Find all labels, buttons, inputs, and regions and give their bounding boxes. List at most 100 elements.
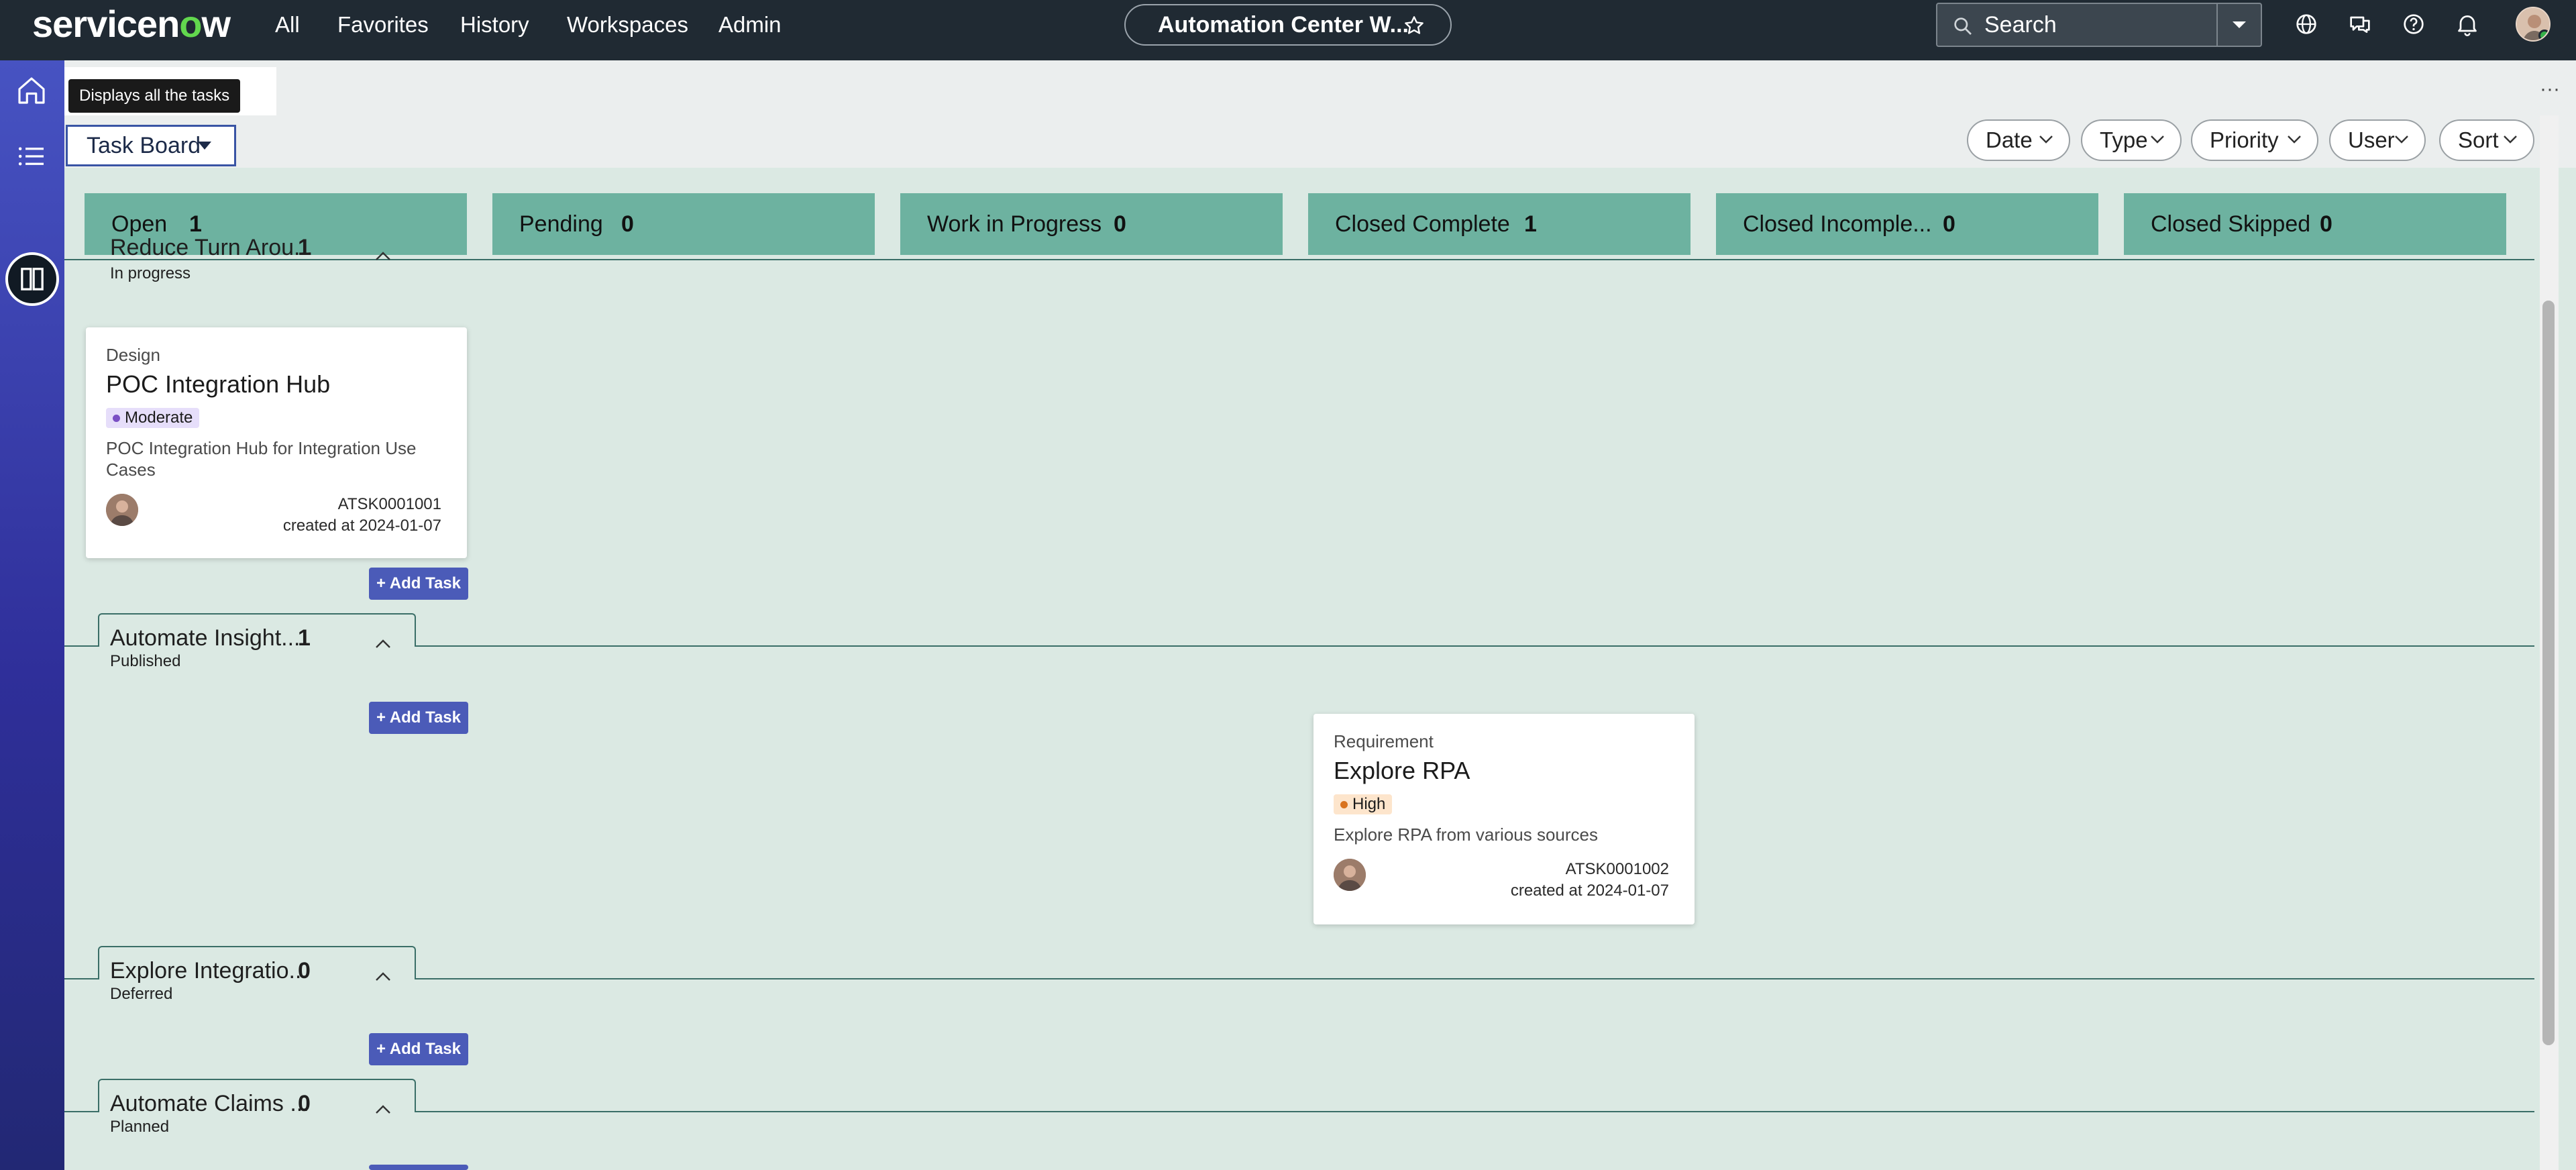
lane-count: 0	[298, 958, 311, 983]
assignee-avatar-image	[106, 494, 138, 526]
left-rail	[0, 60, 64, 1170]
lane-title[interactable]: Reduce Turn Arou...	[110, 235, 313, 261]
column-count: 0	[2320, 211, 2332, 237]
column-count: 0	[1114, 211, 1126, 237]
search-scope-dropdown[interactable]	[2216, 4, 2261, 46]
top-header: servicenow All Favorites History Workspa…	[0, 0, 2576, 60]
assignee-avatar[interactable]	[106, 494, 138, 526]
chevron-up-icon[interactable]	[374, 639, 392, 649]
lane-count: 1	[298, 235, 311, 260]
user-avatar[interactable]	[2516, 7, 2551, 42]
priority-badge: High	[1334, 794, 1393, 814]
nav-workspaces[interactable]: Workspaces	[567, 0, 688, 50]
global-search[interactable]: Search	[1936, 3, 2262, 47]
priority-badge: Moderate	[106, 408, 200, 428]
task-type: Design	[106, 345, 160, 365]
lane-title[interactable]: Automate Insight...	[110, 625, 301, 651]
add-task-button[interactable]	[369, 1165, 468, 1170]
lane-divider	[64, 1111, 2534, 1112]
task-card[interactable]: Design POC Integration Hub Moderate POC …	[86, 327, 467, 558]
task-created-date: created at 2024-01-07	[282, 517, 441, 535]
add-task-button[interactable]: + Add Task	[369, 568, 468, 600]
nav-all[interactable]: All	[275, 0, 300, 50]
chevron-down-icon	[2151, 136, 2164, 144]
chevron-up-icon[interactable]	[374, 251, 392, 262]
column-closed-skipped[interactable]: Closed Skipped 0	[2124, 193, 2506, 255]
tab-strip	[64, 60, 2576, 115]
column-count: 0	[621, 211, 634, 237]
context-title-pill[interactable]: Automation Center W...	[1124, 4, 1452, 46]
context-title: Automation Center W...	[1158, 12, 1409, 38]
search-input[interactable]: Search	[1984, 4, 2057, 46]
chevron-down-icon	[2039, 136, 2053, 144]
star-icon[interactable]	[1403, 15, 1425, 36]
home-icon[interactable]	[13, 72, 50, 109]
chevron-up-icon[interactable]	[374, 971, 392, 982]
nav-admin[interactable]: Admin	[718, 0, 782, 50]
lane-status: Published	[110, 652, 181, 670]
column-pending[interactable]: Pending 0	[492, 193, 875, 255]
lane-status: In progress	[110, 264, 191, 282]
caret-down-icon	[2233, 21, 2246, 28]
view-selector[interactable]: Task Board	[66, 125, 236, 166]
filter-priority[interactable]: Priority	[2191, 119, 2318, 161]
more-options-icon[interactable]: ···	[2540, 79, 2560, 99]
assignee-avatar-image	[1334, 859, 1366, 891]
lane-title[interactable]: Automate Claims ...	[110, 1091, 309, 1117]
board-area	[64, 168, 2534, 1170]
filter-type-label: Type	[2100, 127, 2148, 152]
add-task-button[interactable]: + Add Task	[369, 702, 468, 734]
globe-icon[interactable]	[2293, 11, 2320, 38]
scrollbar-thumb[interactable]	[2542, 301, 2555, 1045]
add-task-button[interactable]: + Add Task	[369, 1033, 468, 1065]
lane-title[interactable]: Explore Integratio...	[110, 958, 308, 984]
filter-user[interactable]: User	[2329, 119, 2426, 161]
chat-icon[interactable]	[2347, 11, 2373, 38]
column-closed-complete[interactable]: Closed Complete 1	[1308, 193, 1690, 255]
lane-divider	[64, 645, 2534, 647]
task-card[interactable]: Requirement Explore RPA High Explore RPA…	[1313, 714, 1695, 924]
view-selector-label: Task Board	[87, 133, 201, 158]
chevron-up-icon[interactable]	[374, 1104, 392, 1115]
list-icon[interactable]	[13, 138, 50, 174]
column-work-in-progress[interactable]: Work in Progress 0	[900, 193, 1283, 255]
caret-down-icon	[198, 142, 211, 150]
online-status-dot	[2538, 30, 2549, 40]
column-label: Open	[111, 211, 168, 237]
filter-priority-label: Priority	[2210, 127, 2279, 152]
help-icon[interactable]	[2400, 11, 2427, 38]
lane-divider	[64, 978, 2534, 979]
board-columns-icon	[21, 268, 44, 290]
lane-divider	[64, 259, 2534, 260]
filter-type[interactable]: Type	[2081, 119, 2182, 161]
column-label: Closed Incomple...	[1743, 211, 1932, 237]
task-description: Explore RPA from various sources	[1334, 825, 1598, 845]
filter-user-label: User	[2348, 127, 2395, 152]
nav-history[interactable]: History	[460, 0, 529, 50]
task-number: ATSK0001002	[1565, 860, 1669, 878]
task-title[interactable]: POC Integration Hub	[106, 370, 330, 398]
lane-status: Deferred	[110, 985, 173, 1003]
chevron-down-icon	[2395, 136, 2408, 144]
chevron-down-icon	[2288, 136, 2301, 144]
nav-favorites[interactable]: Favorites	[337, 0, 429, 50]
column-label: Closed Skipped	[2151, 211, 2311, 237]
chevron-down-icon	[2504, 136, 2517, 144]
lane-count: 1	[298, 625, 311, 651]
column-count: 0	[1943, 211, 1955, 237]
sort-button[interactable]: Sort	[2439, 119, 2534, 161]
lane-count: 0	[298, 1091, 311, 1116]
task-board-nav-item[interactable]	[5, 252, 59, 306]
column-closed-incomplete[interactable]: Closed Incomple... 0	[1716, 193, 2098, 255]
lane-status: Planned	[110, 1118, 170, 1136]
task-description: POC Integration Hub for Integration Use C…	[106, 438, 417, 480]
servicenow-logo[interactable]: servicenow	[32, 4, 231, 44]
assignee-avatar[interactable]	[1334, 859, 1366, 891]
task-created-date: created at 2024-01-07	[1510, 882, 1669, 900]
filter-date[interactable]: Date	[1967, 119, 2070, 161]
search-icon	[1954, 17, 1972, 35]
column-label: Work in Progress	[927, 211, 1102, 237]
bell-icon[interactable]	[2454, 11, 2481, 38]
task-title[interactable]: Explore RPA	[1334, 757, 1470, 785]
column-label: Closed Complete	[1335, 211, 1510, 237]
